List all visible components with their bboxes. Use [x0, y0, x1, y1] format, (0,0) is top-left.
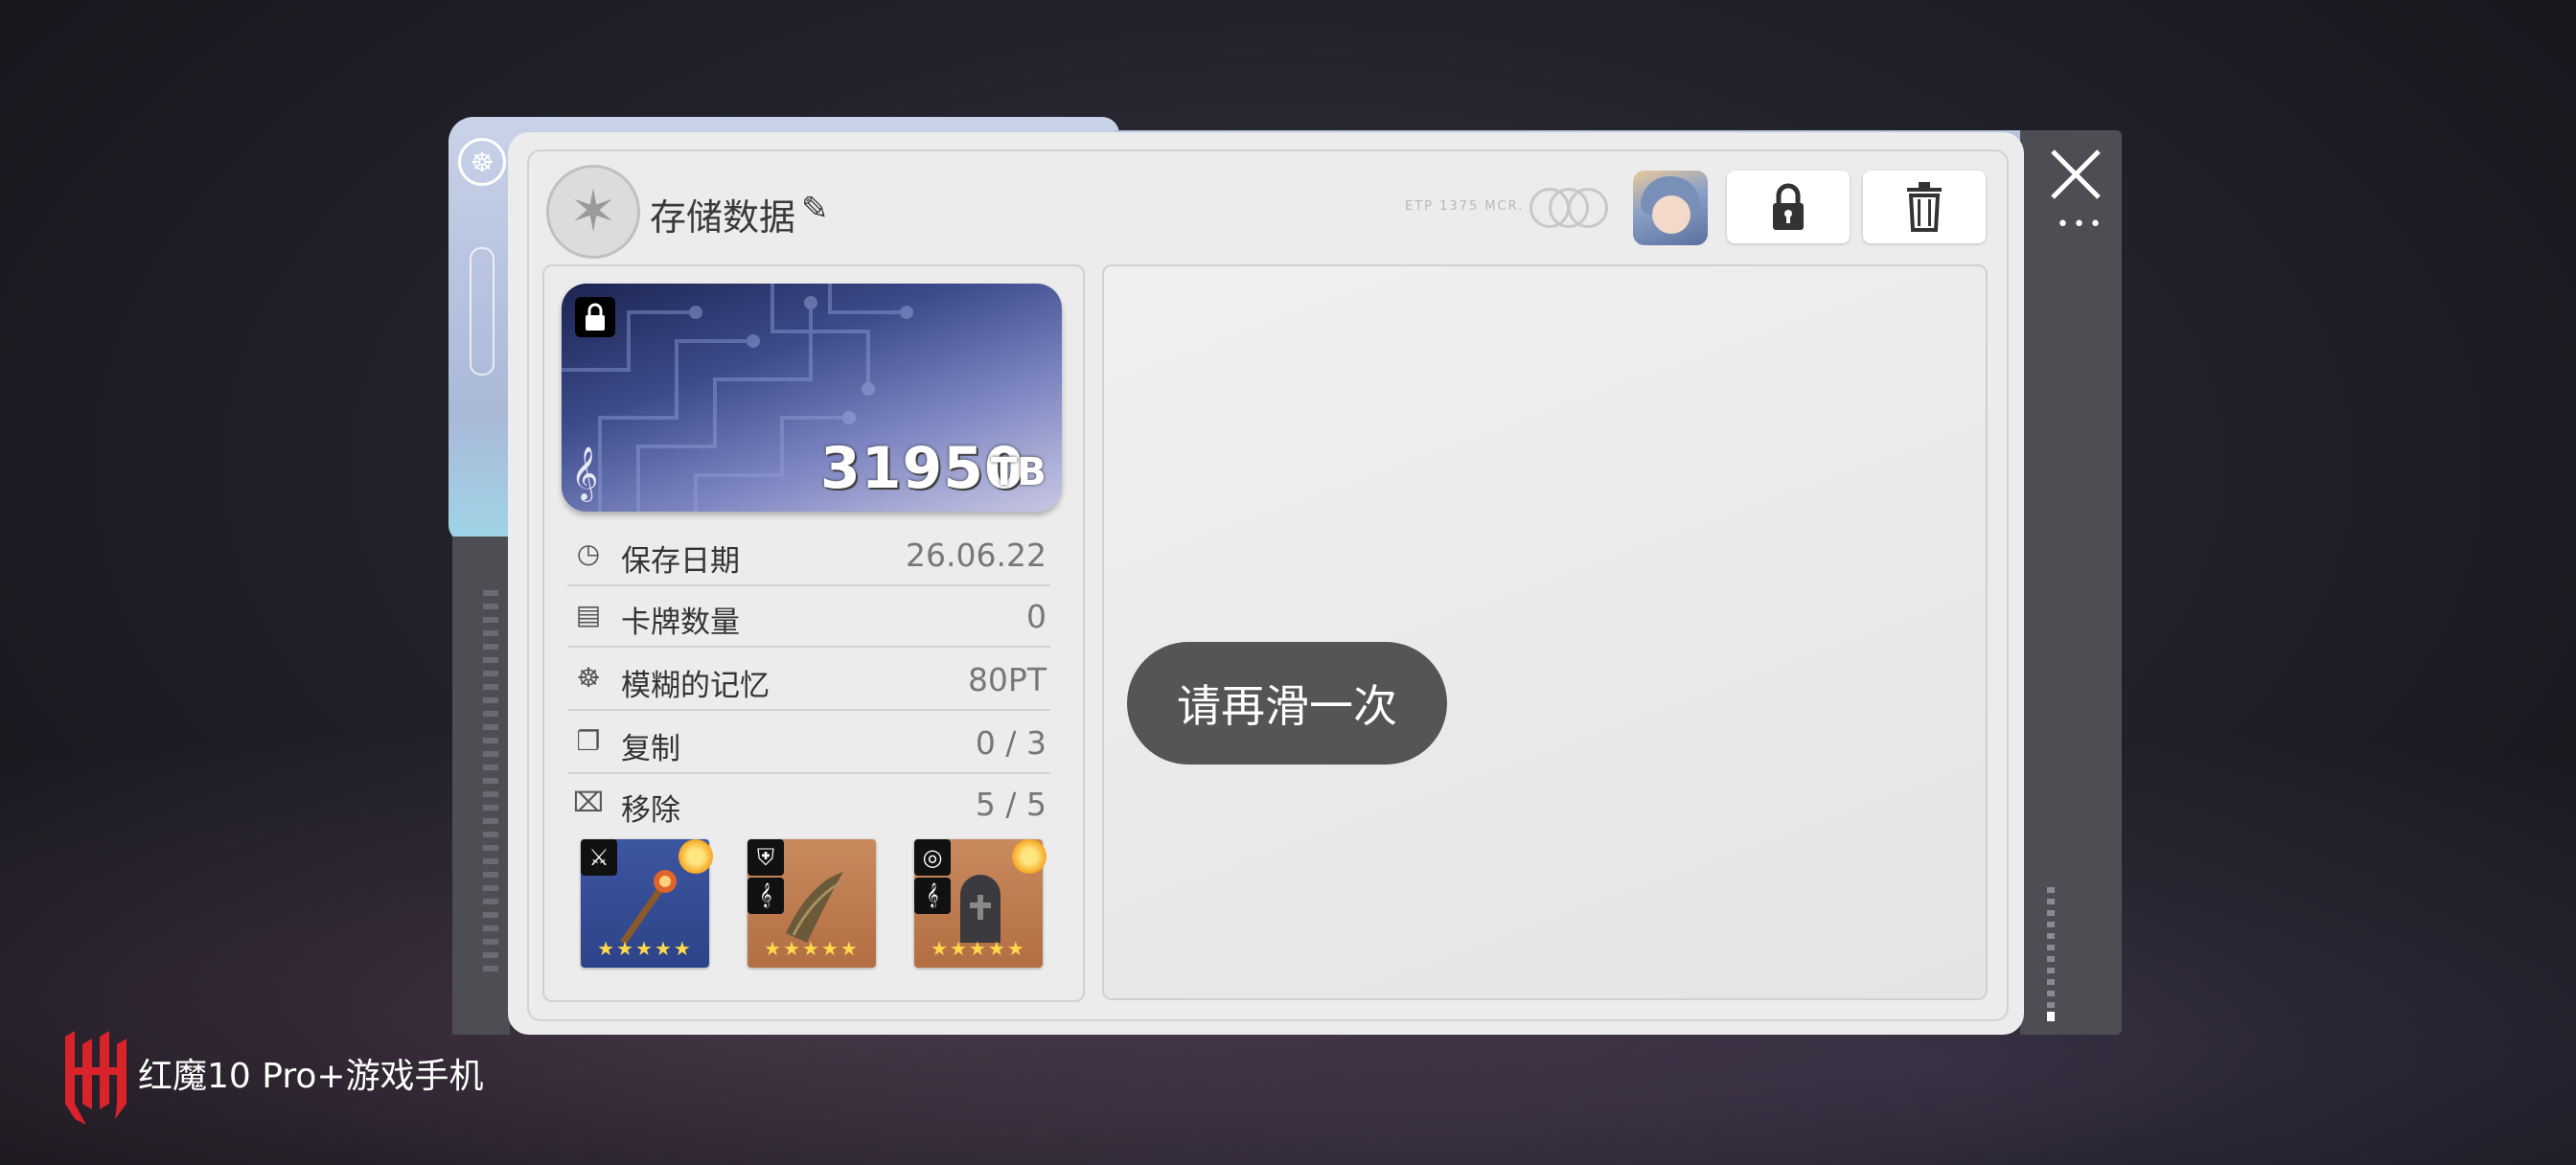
copy-icon: ❐: [576, 725, 601, 757]
armor-slot-icon: ⛨: [748, 839, 784, 876]
scroll-indicator: [2047, 887, 2055, 1021]
page-title: 存储数据: [650, 196, 796, 239]
device-watermark: 红魔10 Pro+游戏手机: [138, 1057, 484, 1096]
sun-element-icon: [1012, 839, 1046, 874]
rarity-stars: ★★★★★: [764, 937, 860, 960]
character-avatar[interactable]: [1633, 171, 1708, 245]
stat-value: 0 / 3: [975, 724, 1046, 762]
stat-row-save-date: ◷ 保存日期 26.06.22: [567, 525, 1050, 586]
tombstone-icon: [960, 875, 1000, 943]
brain-icon: ☸: [576, 662, 601, 694]
stat-label: 复制: [621, 732, 680, 766]
detail-area[interactable]: [1102, 264, 1988, 1000]
clef-badge-icon: 𝄞: [748, 878, 784, 914]
treble-clef-icon: 𝄞: [571, 446, 599, 500]
wings-icon: [786, 872, 843, 943]
left-dot-column: [483, 590, 498, 973]
edit-icon[interactable]: ✎: [801, 190, 829, 228]
ring-slot-icon: ◎: [914, 839, 951, 876]
stat-row-memory: ☸ 模糊的记忆 80PT: [567, 650, 1050, 711]
clef-badge-icon: 𝄞: [914, 878, 951, 914]
remove-icon: ⌧: [572, 787, 605, 818]
tab-label-pill: [470, 247, 494, 376]
scepter-icon: [620, 870, 677, 946]
trash-icon: [1907, 182, 1942, 232]
stat-row-remove: ⌧ 移除 5 / 5: [567, 774, 1050, 834]
close-button[interactable]: [2049, 148, 2103, 201]
stat-value: 26.06.22: [906, 537, 1046, 574]
right-side-frame: [2020, 130, 2122, 1035]
weapon-slot-icon: ⚔: [581, 839, 617, 876]
stat-label: 模糊的记忆: [621, 669, 770, 703]
swipe-again-toast: 请再滑一次: [1127, 642, 1447, 765]
stat-row-copy: ❐ 复制 0 / 3: [567, 713, 1050, 774]
rings-decor-icon: [1530, 188, 1608, 228]
card-lock-icon: [575, 297, 615, 337]
card-icon: ▤: [575, 599, 602, 630]
more-dots-icon: •••: [2057, 213, 2105, 237]
sun-element-icon: [678, 839, 713, 874]
stat-row-card-count: ▤ 卡牌数量 0: [567, 586, 1050, 648]
stat-value: 80PT: [967, 661, 1046, 698]
stat-value: 0: [1026, 598, 1046, 635]
rarity-stars: ★★★★★: [597, 937, 693, 960]
star-badge-icon: ✶: [546, 165, 640, 259]
clock-icon: ◷: [576, 537, 601, 569]
storage-unit: TB: [991, 450, 1046, 494]
red-magic-logo: [65, 1031, 126, 1125]
lock-icon: [1773, 183, 1804, 230]
close-icon: [2051, 149, 2101, 199]
lock-button[interactable]: [1727, 171, 1850, 243]
equipment-item-scepter[interactable]: ⚔ ★★★★★: [581, 839, 713, 968]
scroll-indicator-end: [2047, 1012, 2055, 1021]
brain-tab-icon: ☸: [458, 138, 506, 186]
stat-label: 移除: [621, 793, 680, 828]
left-side-frame: [452, 537, 510, 1035]
delete-button[interactable]: [1863, 171, 1986, 243]
stat-label: 卡牌数量: [621, 605, 740, 640]
equipment-item-tombstone[interactable]: ◎ 𝄞 ★★★★★: [914, 839, 1046, 968]
stat-value: 5 / 5: [975, 786, 1046, 823]
equipment-item-wings[interactable]: ⛨ 𝄞 ★★★★★: [748, 839, 876, 968]
stat-label: 保存日期: [621, 544, 740, 579]
decor-text: ETP 1375 MCR.: [1405, 199, 1525, 214]
rarity-stars: ★★★★★: [931, 937, 1026, 960]
